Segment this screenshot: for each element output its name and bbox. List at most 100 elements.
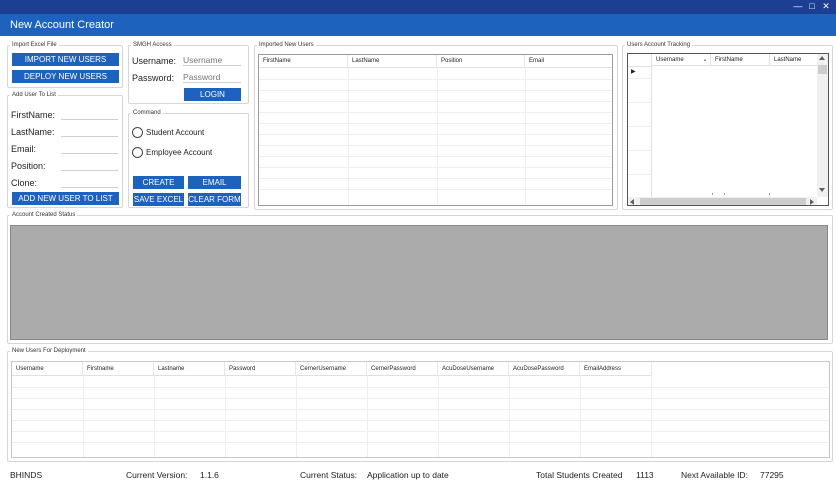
deploy-new-users-button[interactable]: DEPLOY NEW USERS [12, 70, 119, 83]
smgh-username-label: Username: [132, 56, 177, 66]
column-divider [651, 376, 652, 457]
email-button[interactable]: EMAIL [188, 176, 241, 189]
clone-field[interactable] [61, 177, 118, 188]
table-row [259, 101, 612, 102]
column-header-username[interactable]: Username ▲ [652, 54, 711, 66]
column-resize-tick [769, 193, 770, 195]
students-created-label: Total Students Created [536, 470, 623, 480]
account-status-legend: Account Created Status [12, 212, 76, 218]
table-row [259, 145, 612, 146]
table-row [12, 409, 829, 410]
firstname-field[interactable] [61, 109, 118, 120]
smgh-access-legend: SMGH Access [133, 42, 172, 48]
row-divider [628, 66, 652, 67]
imported-users-table[interactable]: FirstName LastName Position Email [258, 54, 613, 206]
sort-ascending-icon: ▲ [703, 57, 707, 62]
column-header-password[interactable]: Password [225, 362, 296, 375]
smgh-password-field[interactable] [183, 71, 241, 83]
employee-account-radio[interactable] [132, 147, 143, 158]
minimize-icon[interactable]: — [791, 1, 805, 12]
import-excel-legend: Import Excel File [12, 42, 57, 48]
column-divider [154, 376, 155, 457]
column-divider [225, 376, 226, 457]
lastname-field[interactable] [61, 126, 118, 137]
clear-form-button[interactable]: CLEAR FORM [188, 193, 241, 206]
table-row [12, 398, 829, 399]
students-created-count: 1113 [636, 470, 654, 480]
employee-account-label: Employee Account [146, 148, 213, 157]
column-header-email-address[interactable]: EmailAddress [580, 362, 652, 375]
account-tracking-table[interactable]: ▶ Username ▲ FirstName LastName [627, 53, 829, 206]
column-header-acudose-username[interactable]: AcuDoseUsername [438, 362, 509, 375]
table-row [259, 90, 612, 91]
row-divider [628, 150, 652, 151]
table-row [12, 431, 829, 432]
add-new-user-button[interactable]: ADD NEW USER TO LIST [12, 192, 119, 205]
login-button[interactable]: LOGIN [184, 88, 241, 101]
deployment-legend: New Users For Deployment [12, 348, 86, 354]
table-row [12, 442, 829, 443]
table-row [12, 387, 829, 388]
smgh-password-label: Password: [132, 73, 175, 83]
column-header-firstname[interactable]: FirstName [259, 55, 348, 67]
column-header-firstname[interactable]: FirstName [711, 54, 770, 66]
column-header-email[interactable]: Email [525, 55, 612, 67]
save-excel-button[interactable]: SAVE EXCEL [133, 193, 184, 206]
app-title: New Account Creator [0, 14, 836, 36]
vertical-scrollbar[interactable] [817, 54, 828, 197]
account-tracking-legend: Users Account Tracking [627, 42, 691, 48]
column-header-cerner-password[interactable]: CernerPassword [367, 362, 438, 375]
import-new-users-button[interactable]: IMPORT NEW USERS [12, 53, 119, 66]
student-account-radio[interactable] [132, 127, 143, 138]
column-header-firstname[interactable]: Firstname [83, 362, 154, 375]
table-row [259, 134, 612, 135]
current-row-icon: ▶ [631, 69, 636, 75]
column-divider [348, 68, 349, 205]
imported-users-legend: Imported New Users [259, 42, 314, 48]
column-header-cerner-username[interactable]: CernerUsername [296, 362, 367, 375]
column-header-acudose-password[interactable]: AcuDosePassword [509, 362, 580, 375]
column-divider [437, 68, 438, 205]
column-header-lastname[interactable]: Lastname [154, 362, 225, 375]
maximize-icon[interactable]: □ [805, 1, 819, 12]
column-resize-tick [724, 193, 725, 195]
deployment-table[interactable]: Username Firstname Lastname Password Cer… [11, 361, 830, 458]
position-field[interactable] [61, 160, 118, 171]
close-icon[interactable]: ✕ [819, 1, 833, 12]
table-row [259, 167, 612, 168]
horizontal-scrollbar-thumb[interactable] [640, 198, 806, 205]
add-user-legend: Add User To List [12, 92, 56, 98]
lastname-label: LastName: [11, 127, 55, 137]
column-header-position[interactable]: Position [437, 55, 525, 67]
column-header-lastname[interactable]: LastName [770, 54, 817, 66]
scroll-left-icon[interactable] [630, 199, 634, 205]
create-button[interactable]: CREATE [133, 176, 184, 189]
scroll-right-icon[interactable] [810, 199, 814, 205]
scroll-down-icon[interactable] [819, 188, 825, 192]
column-header-lastname[interactable]: LastName [348, 55, 437, 67]
column-divider [580, 376, 581, 457]
column-divider [509, 376, 510, 457]
status-label: Current Status: [300, 470, 358, 480]
version-label: Current Version: [126, 470, 188, 480]
command-legend: Command [133, 110, 161, 116]
deployment-header: Username Firstname Lastname Password Cer… [12, 362, 652, 376]
email-field[interactable] [61, 143, 118, 154]
row-divider [628, 78, 652, 79]
row-divider [628, 126, 652, 127]
firstname-label: FirstName: [11, 110, 56, 120]
table-row [259, 178, 612, 179]
status-value: Application up to date [367, 470, 449, 480]
table-row [259, 156, 612, 157]
column-header-username[interactable]: Username [12, 362, 83, 375]
horizontal-scrollbar[interactable] [628, 197, 817, 205]
account-status-output[interactable] [10, 225, 828, 340]
next-id-label: Next Available ID: [681, 470, 748, 480]
student-account-label: Student Account [146, 128, 205, 137]
scroll-up-icon[interactable] [819, 56, 825, 60]
row-divider [628, 102, 652, 103]
column-divider [525, 68, 526, 205]
scrollbar-thumb[interactable] [818, 65, 827, 74]
clone-label: Clone: [11, 178, 38, 188]
smgh-username-field[interactable] [183, 54, 241, 66]
